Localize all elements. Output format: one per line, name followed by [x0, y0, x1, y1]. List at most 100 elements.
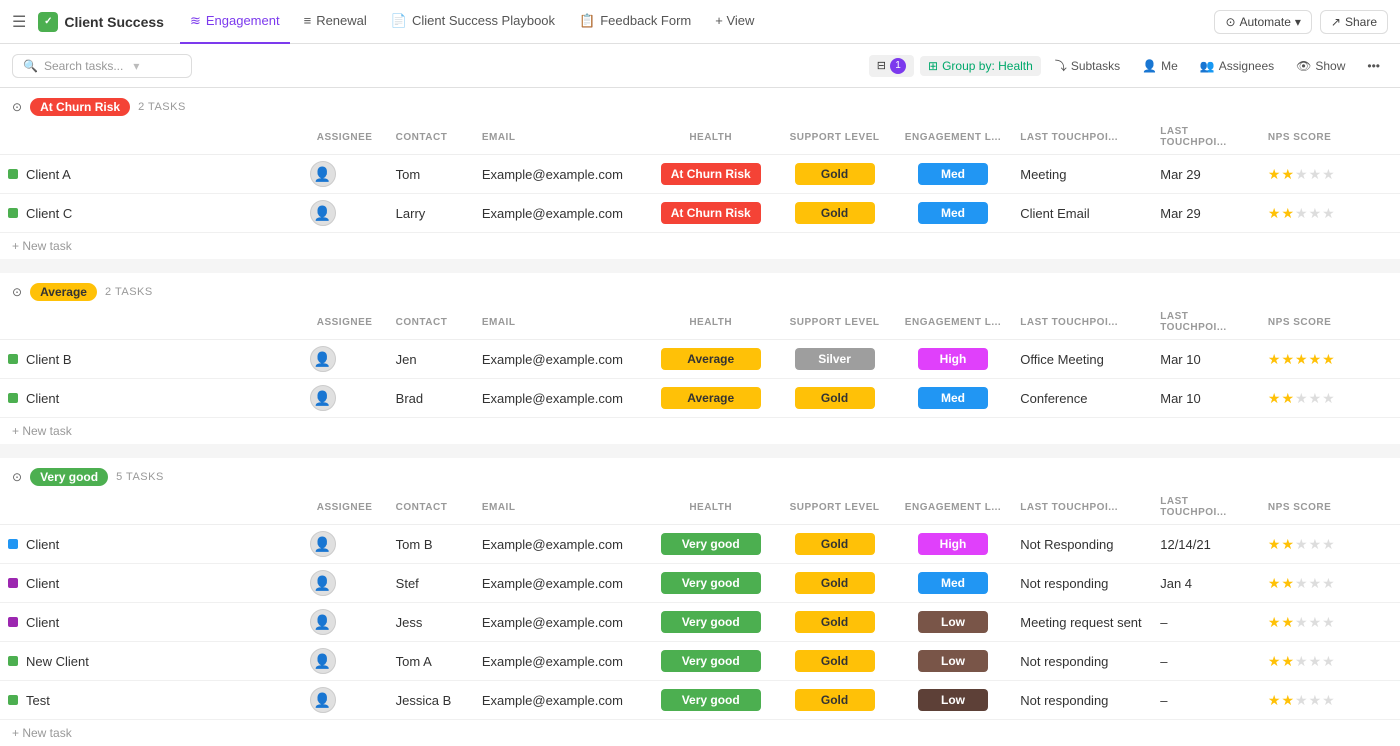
health-badge: Very good [661, 533, 761, 555]
group-churn-chevron[interactable]: ⊙ [12, 100, 22, 114]
star-empty: ★ [1309, 653, 1322, 670]
group-average-chevron[interactable]: ⊙ [12, 285, 22, 299]
task-dot [8, 393, 18, 403]
task-name-cell: New Client [0, 642, 302, 681]
contact-value: Jen [396, 352, 417, 367]
assignees-button[interactable]: 👥 Assignees [1192, 56, 1282, 76]
engagement-cell: Low [894, 642, 1012, 681]
touchpoint-date-cell: – [1152, 681, 1260, 720]
health-cell: Very good [646, 681, 775, 720]
assignee-cell: 👤 [302, 340, 388, 379]
engagement-badge: Med [918, 572, 988, 594]
nav-right-actions: ⊙ Automate ▾ ↗ Share [1214, 10, 1388, 34]
engagement-cell: Med [894, 155, 1012, 194]
automate-button[interactable]: ⊙ Automate ▾ [1214, 10, 1311, 34]
group-average-header-row: ⊙ Average 2 TASKS [0, 273, 1400, 305]
task-name-label[interactable]: Client [26, 537, 59, 552]
tab-playbook[interactable]: 📄 Client Success Playbook [381, 0, 565, 44]
touchpoint-value: Not responding [1020, 576, 1108, 591]
col-touchpoint1: LAST TOUCHPOI... [1012, 120, 1152, 155]
more-button[interactable]: ••• [1359, 56, 1388, 76]
contact-value: Jessica B [396, 693, 452, 708]
avatar: 👤 [310, 570, 336, 596]
engagement-cell: Low [894, 603, 1012, 642]
task-name-label[interactable]: Client [26, 576, 59, 591]
col-touchpoint2: LAST TOUCHPOI... [1152, 120, 1260, 155]
search-box[interactable]: 🔍 Search tasks... ▾ [12, 54, 192, 78]
subtasks-button[interactable]: ⤵ Subtasks [1047, 54, 1128, 77]
task-name-label[interactable]: Client C [26, 206, 72, 221]
stars-container: ★ ★ ★ ★ ★ [1268, 653, 1392, 670]
contact-value: Brad [396, 391, 423, 406]
support-cell: Silver [775, 340, 893, 379]
task-name-label[interactable]: Client A [26, 167, 71, 182]
task-name-label[interactable]: New Client [26, 654, 89, 669]
search-dropdown-icon: ▾ [133, 59, 139, 73]
col-engagement: ENGAGEMENT L... [894, 120, 1012, 155]
email-cell: Example@example.com [474, 603, 646, 642]
support-badge: Gold [795, 163, 875, 185]
support-cell: Gold [775, 194, 893, 233]
new-task-button[interactable]: + New task [0, 233, 1400, 259]
col-touchpoint2: LAST TOUCHPOI... [1152, 305, 1260, 340]
touchpoint-date-value: – [1160, 693, 1167, 708]
tab-renewal[interactable]: ≡ Renewal [294, 0, 377, 44]
nps-cell: ★ ★ ★ ★ ★ [1260, 194, 1400, 233]
engagement-badge: Med [918, 202, 988, 224]
engagement-cell: High [894, 340, 1012, 379]
health-badge: Very good [661, 650, 761, 672]
avatar: 👤 [310, 161, 336, 187]
star-full: ★ [1268, 166, 1281, 183]
contact-value: Jess [396, 615, 423, 630]
tab-feedback[interactable]: 📋 Feedback Form [569, 0, 701, 44]
touchpoint-date-value: Mar 29 [1160, 206, 1200, 221]
task-name-label[interactable]: Client [26, 391, 59, 406]
email-cell: Example@example.com [474, 194, 646, 233]
touchpoint-cell: Office Meeting [1012, 340, 1152, 379]
star-empty: ★ [1295, 575, 1308, 592]
star-full: ★ [1268, 390, 1281, 407]
stars-container: ★ ★ ★ ★ ★ [1268, 166, 1392, 183]
group-verygood-chevron[interactable]: ⊙ [12, 470, 22, 484]
task-name-label[interactable]: Test [26, 693, 50, 708]
star-full: ★ [1281, 536, 1294, 553]
new-task-button[interactable]: + New task [0, 720, 1400, 746]
col-health: HEALTH [646, 120, 775, 155]
stars-container: ★ ★ ★ ★ ★ [1268, 205, 1392, 222]
email-value: Example@example.com [482, 615, 623, 630]
star-empty: ★ [1309, 692, 1322, 709]
automate-label: Automate [1240, 15, 1291, 29]
group-by-button[interactable]: ⊞ Group by: Health [920, 56, 1041, 76]
contact-cell: Jen [388, 340, 474, 379]
email-value: Example@example.com [482, 167, 623, 182]
stars-container: ★ ★ ★ ★ ★ [1268, 390, 1392, 407]
avatar: 👤 [310, 648, 336, 674]
touchpoint-value: Meeting [1020, 167, 1066, 182]
hamburger-icon[interactable]: ☰ [12, 12, 26, 32]
touchpoint-cell: Not Responding [1012, 525, 1152, 564]
group-verygood-task-count: 5 TASKS [116, 471, 164, 483]
show-button[interactable]: 👁 Show [1288, 56, 1353, 76]
engagement-cell: Med [894, 194, 1012, 233]
me-button[interactable]: 👤 Me [1134, 56, 1186, 76]
star-full: ★ [1281, 390, 1294, 407]
subtasks-icon: ⤵ [1055, 57, 1067, 74]
tasks-table: ⊙ At Churn Risk 2 TASKS ASSIGNEE CONTACT… [0, 88, 1400, 746]
table-row: Client 👤 Brad Example@example.com Averag… [0, 379, 1400, 418]
task-name-container: Client A [8, 167, 294, 182]
task-name-label[interactable]: Client [26, 615, 59, 630]
separator-row [0, 444, 1400, 458]
star-full: ★ [1268, 614, 1281, 631]
col-nps: NPS SCORE [1260, 120, 1400, 155]
email-value: Example@example.com [482, 693, 623, 708]
tab-engagement[interactable]: ≋ Engagement [180, 0, 290, 44]
new-task-button[interactable]: + New task [0, 418, 1400, 444]
assignee-cell: 👤 [302, 194, 388, 233]
filter-button[interactable]: ⊟ 1 [869, 55, 914, 77]
touchpoint-date-value: 12/14/21 [1160, 537, 1211, 552]
task-name-label[interactable]: Client B [26, 352, 72, 367]
tab-view[interactable]: + View [705, 0, 764, 44]
share-button[interactable]: ↗ Share [1320, 10, 1388, 34]
star-full: ★ [1268, 653, 1281, 670]
star-full: ★ [1281, 351, 1294, 368]
